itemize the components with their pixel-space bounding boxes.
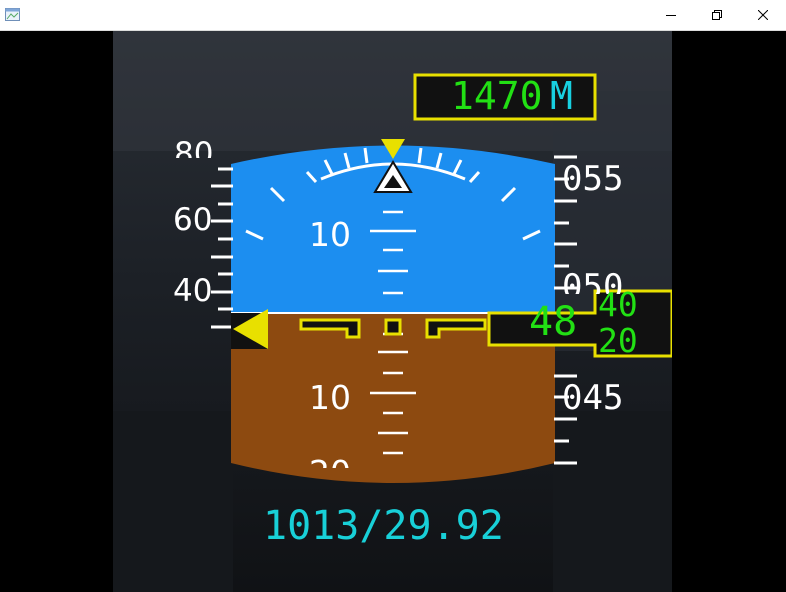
heading-sub-upper: 40 bbox=[598, 285, 638, 324]
minimize-icon bbox=[666, 15, 676, 16]
heading-label-lower: 045 bbox=[562, 378, 624, 418]
primary-flight-display: 1470 M 80 60 40 055 050 045 48 40 20 10 … bbox=[113, 31, 672, 592]
title-bar bbox=[0, 0, 786, 31]
heading-sub-lower: 20 bbox=[598, 321, 638, 360]
close-icon bbox=[758, 10, 768, 20]
pitch-label-down10: 10 bbox=[309, 378, 351, 417]
window-app-icon bbox=[5, 8, 20, 21]
heading-label-upper: 055 bbox=[562, 159, 624, 199]
close-button[interactable] bbox=[740, 0, 786, 30]
restore-button[interactable] bbox=[694, 0, 740, 30]
speed-label-top: 80 bbox=[174, 139, 214, 158]
altitude-value: 1470 bbox=[451, 74, 543, 118]
altitude-unit: M bbox=[550, 74, 573, 118]
heading-current-value: 48 bbox=[529, 299, 578, 345]
pitch-label-down20: 20 bbox=[309, 456, 351, 468]
speed-label-low: 40 bbox=[173, 273, 213, 309]
minimize-button[interactable] bbox=[648, 0, 694, 30]
baro-setting: 1013/29.92 bbox=[263, 503, 504, 549]
speed-label-mid: 60 bbox=[173, 202, 213, 238]
pitch-label-up10: 10 bbox=[309, 215, 351, 254]
restore-icon bbox=[712, 10, 722, 20]
